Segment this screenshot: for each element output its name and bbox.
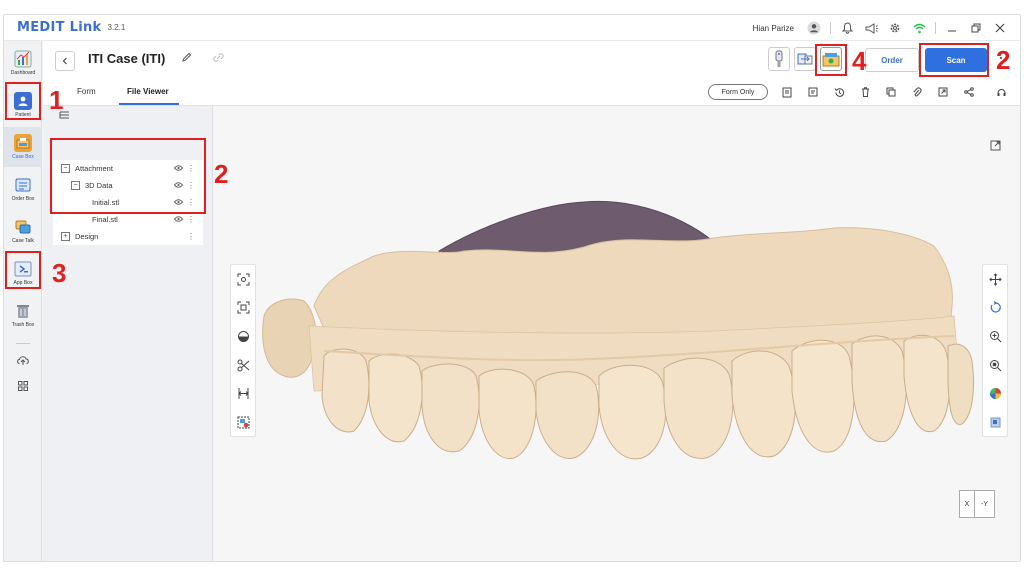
cloud-upload-icon: [14, 351, 32, 369]
sidebar-item-dashboard[interactable]: Dashboard: [4, 43, 42, 83]
right-tool-panel: [982, 264, 1008, 437]
clipping-plane-icon[interactable]: [231, 322, 255, 351]
back-button[interactable]: [55, 51, 75, 71]
view-cube-x-face[interactable]: X: [959, 490, 975, 518]
texture-toggle-icon[interactable]: [983, 408, 1007, 437]
pencil-icon[interactable]: [181, 52, 192, 66]
callout-number: 4: [852, 46, 867, 76]
grid-icon: [14, 377, 32, 395]
screenshot-icon[interactable]: [231, 408, 255, 437]
title-bar: MEDIT Link 3.2.1 Hian Parize: [4, 15, 1020, 41]
tree-item-design[interactable]: + Design ⋮: [53, 228, 203, 245]
highlight-scan: [919, 43, 989, 77]
trash-icon[interactable]: [857, 84, 873, 100]
sidebar-divider: [16, 343, 30, 344]
export-icon[interactable]: [935, 84, 951, 100]
measure-icon[interactable]: [231, 379, 255, 408]
rotate-icon[interactable]: [983, 294, 1007, 323]
sidebar-item-case-box[interactable]: Case Box: [4, 127, 42, 167]
chevron-left-icon: [62, 57, 67, 65]
color-map-icon[interactable]: [983, 379, 1007, 408]
sidebar-item-grid[interactable]: [4, 371, 42, 401]
callout-number: 1: [49, 85, 64, 115]
design-app-button[interactable]: [794, 47, 816, 71]
separator: [830, 22, 831, 34]
user-icon[interactable]: [802, 17, 826, 39]
link-sync-icon[interactable]: [213, 52, 224, 66]
highlight-app-quick-button: [815, 44, 847, 76]
sidebar-item-trash-box[interactable]: Trash Box: [4, 295, 42, 335]
copy-icon[interactable]: [883, 84, 899, 100]
medit-link-window: MEDIT Link 3.2.1 Hian Parize Dashboard P…: [3, 14, 1021, 562]
active-tab-indicator: [119, 103, 179, 105]
form-only-button[interactable]: Form Only: [708, 84, 768, 100]
bell-icon[interactable]: [835, 17, 859, 39]
zoom-area-icon[interactable]: [983, 351, 1007, 380]
tree-item-label: Final.stl: [92, 215, 118, 224]
close-icon[interactable]: [988, 17, 1012, 39]
tab-bar: Form File Viewer Form Only: [43, 79, 1020, 106]
user-name: Hian Parize: [752, 23, 794, 33]
sidebar-item-label: Case Box: [12, 154, 34, 160]
focus-icon[interactable]: [231, 265, 255, 294]
sidebar-item-case-talk[interactable]: Case Talk: [4, 211, 42, 251]
share-icon[interactable]: [961, 84, 977, 100]
dental-arch-model[interactable]: [214, 106, 1020, 561]
minimize-icon[interactable]: [940, 17, 964, 39]
highlight-patient: [5, 82, 41, 120]
view-cube[interactable]: X -Y: [959, 490, 995, 518]
form-view-icon[interactable]: [779, 84, 795, 100]
eye-icon[interactable]: [173, 215, 184, 224]
tab-file-viewer[interactable]: File Viewer: [127, 87, 169, 96]
brand-logo: MEDIT Link: [17, 20, 102, 35]
callout-number: 2: [996, 45, 1011, 75]
gear-icon[interactable]: [883, 17, 907, 39]
case-talk-icon: [14, 218, 32, 236]
support-icon[interactable]: [993, 84, 1009, 100]
callout-number: 3: [52, 258, 67, 288]
note-icon[interactable]: [805, 84, 821, 100]
expand-panel-icon[interactable]: [990, 140, 1001, 154]
3d-viewport[interactable]: X -Y: [214, 106, 1020, 561]
more-vertical-icon[interactable]: ⋮: [187, 232, 195, 241]
dashboard-icon: [14, 50, 32, 68]
fit-view-icon[interactable]: [231, 294, 255, 323]
order-button[interactable]: Order: [865, 48, 919, 72]
sidebar-item-label: Order Box: [11, 196, 35, 202]
left-tool-panel: [230, 264, 256, 437]
sidebar-item-label: Case Talk: [12, 238, 34, 244]
tree-item-label: Design: [75, 232, 99, 241]
scissors-icon[interactable]: [231, 351, 255, 380]
wifi-icon: [907, 17, 931, 39]
highlight-app-box: [5, 251, 41, 289]
pan-icon[interactable]: [983, 265, 1007, 294]
design-transfer-icon: [797, 53, 813, 65]
app-version: 3.2.1: [107, 23, 126, 32]
tab-form[interactable]: Form: [77, 87, 96, 96]
highlight-file-tree: [50, 138, 206, 214]
callout-number: 2: [214, 159, 229, 189]
history-icon[interactable]: [831, 84, 847, 100]
title-bar-controls: Hian Parize: [753, 15, 1012, 41]
scanner-app-button[interactable]: [768, 47, 790, 71]
restore-icon[interactable]: [964, 17, 988, 39]
case-title: ITI Case (ITI): [88, 51, 166, 66]
sidebar-item-label: Dashboard: [10, 70, 36, 76]
scanner-icon: [775, 50, 783, 67]
sidebar-item-order-box[interactable]: Order Box: [4, 169, 42, 209]
paperclip-icon[interactable]: [909, 84, 925, 100]
case-header: ITI Case (ITI) Order Scan: [43, 41, 1020, 79]
sidebar-item-label: Trash Box: [11, 322, 35, 328]
view-cube-y-face[interactable]: -Y: [974, 490, 995, 518]
order-box-icon: [14, 176, 32, 194]
separator: [935, 22, 936, 34]
more-vertical-icon[interactable]: ⋮: [187, 215, 195, 224]
trash-box-icon: [14, 302, 32, 320]
expand-icon[interactable]: +: [61, 232, 70, 241]
megaphone-icon[interactable]: [859, 17, 883, 39]
case-box-icon: [14, 134, 32, 152]
zoom-in-icon[interactable]: [983, 322, 1007, 351]
